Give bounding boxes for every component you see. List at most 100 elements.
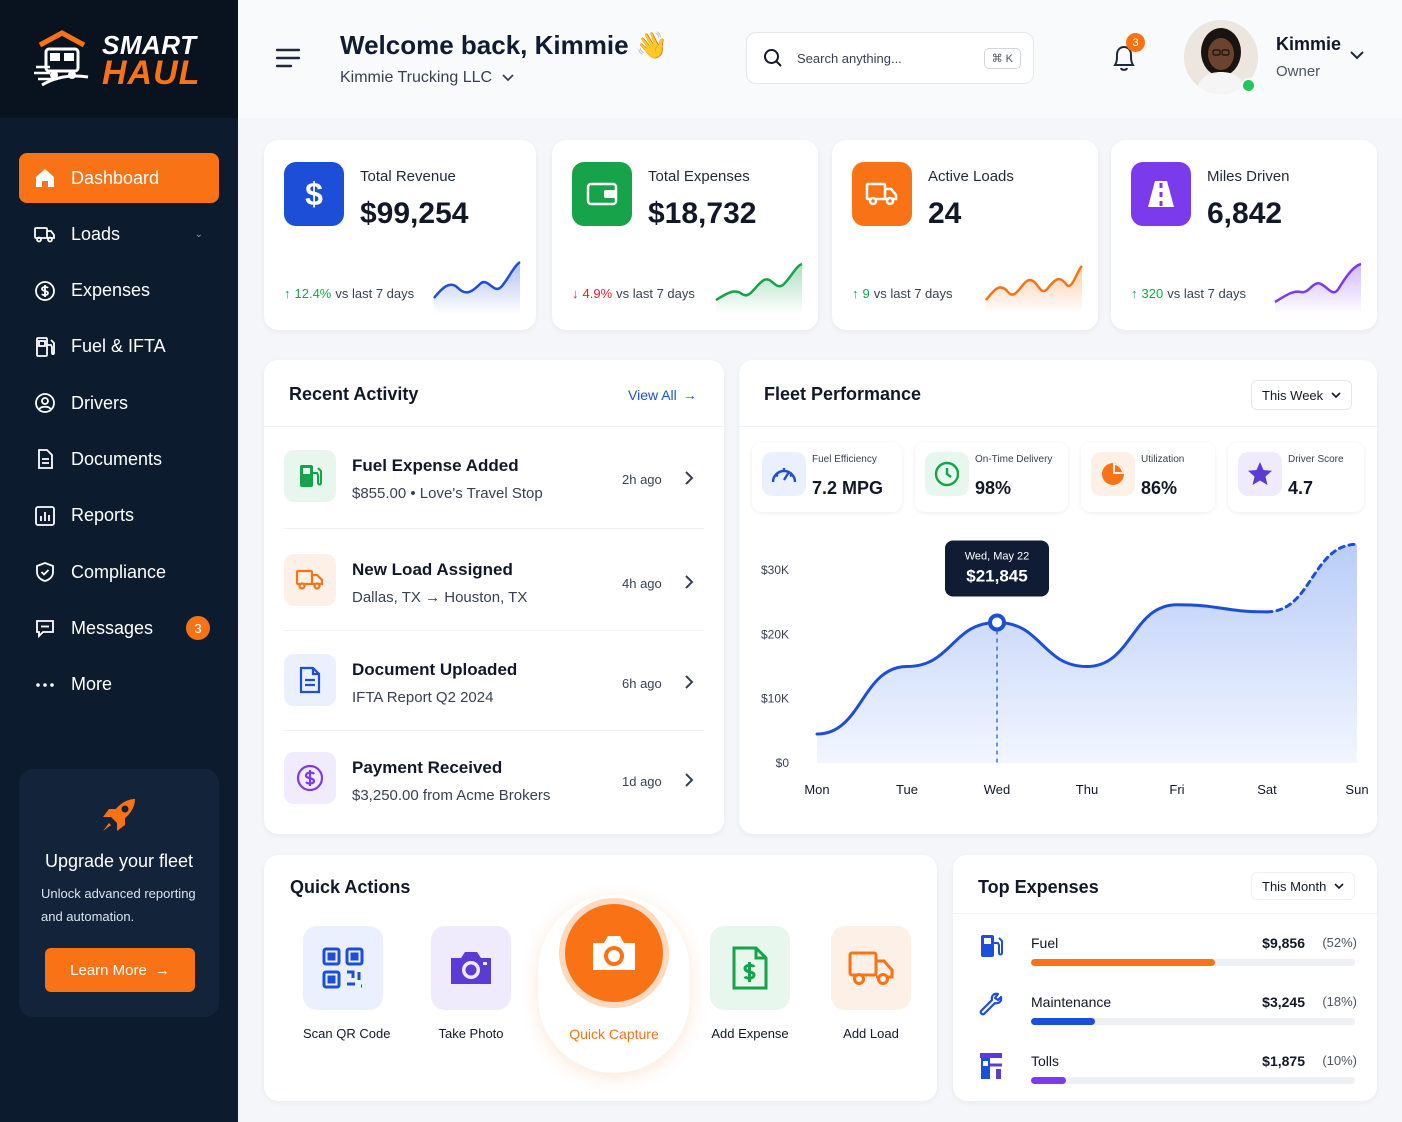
- stat-value: $18,732: [648, 197, 757, 230]
- dollar-icon: $: [284, 162, 344, 226]
- activity-time: 6h ago: [622, 676, 662, 691]
- y-tick-label: $30K: [761, 563, 789, 577]
- quick-action-label: Scan QR Code: [303, 1026, 391, 1041]
- add-expense-button[interactable]: Add Expense: [710, 926, 790, 1041]
- sidebar-item-label: Drivers: [71, 392, 128, 413]
- user-circle-icon: [35, 393, 55, 414]
- take-photo-button[interactable]: Take Photo: [431, 926, 511, 1041]
- brand-logo[interactable]: SMART HAUL: [0, 0, 238, 118]
- expense-name: Tolls: [1031, 1053, 1060, 1069]
- kpi-label: On-Time Delivery: [975, 454, 1053, 465]
- sidebar-item-compliance[interactable]: Compliance: [19, 547, 219, 597]
- section-title: Top Expenses: [978, 877, 1099, 897]
- sidebar-item-reports[interactable]: Reports: [19, 491, 219, 541]
- pie-icon: [1091, 452, 1135, 496]
- expense-row[interactable]: Tolls $1,875 (10%): [977, 1053, 1357, 1103]
- sidebar-item-expenses[interactable]: Expenses: [19, 266, 219, 316]
- sidebar-item-loads[interactable]: Loads ⌄: [19, 209, 219, 259]
- quick-capture-button[interactable]: Quick Capture: [554, 898, 674, 1042]
- stat-card-total-revenue[interactable]: $ Total Revenue $99,254 ↑ 12.4% vs last 7 …: [264, 140, 536, 330]
- x-tick-label: Sun: [1345, 782, 1368, 797]
- sidebar: SMART HAUL Dashboard Loads ⌄ Expenses Fu…: [0, 0, 238, 1122]
- sidebar-item-dashboard[interactable]: Dashboard: [19, 153, 219, 203]
- star-icon: [1238, 452, 1282, 496]
- kpi-value: 7.2 MPG: [812, 478, 884, 498]
- sparkline-expenses: [715, 262, 803, 314]
- sidebar-item-label: Reports: [71, 505, 135, 526]
- chart-highlight-point[interactable]: [988, 613, 1006, 632]
- arrow-up-icon: ↑: [284, 286, 291, 301]
- kpi-fuel-efficiency[interactable]: Fuel Efficiency 7.2 MPG: [752, 442, 902, 512]
- sidebar-item-label: Dashboard: [71, 167, 160, 188]
- activity-item[interactable]: New Load Assigned Dallas, TX → Houston, …: [284, 534, 704, 630]
- kpi-utilization[interactable]: Utilization 86%: [1081, 442, 1215, 512]
- welcome-block: Welcome back, Kimmie 👋 Kimmie Trucking L…: [340, 30, 668, 87]
- sidebar-item-label: Messages: [71, 617, 154, 638]
- recent-activity-card: Recent Activity View All → Fuel Expense A…: [264, 360, 724, 834]
- sidebar-item-drivers[interactable]: Drivers: [19, 378, 219, 428]
- x-tick-label: Fri: [1169, 782, 1184, 797]
- learn-more-button[interactable]: Learn More →: [45, 948, 195, 992]
- sidebar-item-more[interactable]: More: [19, 660, 219, 710]
- wallet-icon: [572, 162, 632, 226]
- search-shortcut: ⌘ K: [983, 47, 1021, 69]
- sidebar-item-fuel-ifta[interactable]: Fuel & IFTA: [19, 322, 219, 372]
- search-input[interactable]: Search anything... ⌘ K: [746, 32, 1034, 84]
- fleet-performance-chart: $0 $10K $20K $30K Mon Tue Wed Thu Fri Sat Sun Wed…: [761, 540, 1369, 797]
- expense-name: Fuel: [1031, 935, 1059, 951]
- stat-card-total-expenses[interactable]: Total Expenses $18,732 ↓ 4.9% vs last 7 da…: [552, 140, 818, 330]
- activity-title: Payment Received: [352, 758, 503, 777]
- stat-change-value: 12.4%: [294, 286, 332, 301]
- kpi-driver-score[interactable]: Driver Score 4.7: [1228, 442, 1364, 512]
- expense-row[interactable]: Fuel $9,856 (52%): [977, 935, 1357, 985]
- stat-card-active-loads[interactable]: Active Loads 24 ↑ 9 vs last 7 days: [832, 140, 1098, 330]
- stat-card-miles-driven[interactable]: Miles Driven 6,842 ↑ 320 vs last 7 days: [1111, 140, 1377, 330]
- expense-bar-track: [1031, 1018, 1355, 1025]
- chevron-down-icon: [1334, 882, 1344, 889]
- view-all-link[interactable]: View All →: [628, 387, 697, 403]
- kpi-on-time-delivery[interactable]: On-Time Delivery 98%: [915, 442, 1068, 512]
- stat-label: Miles Driven: [1207, 168, 1290, 185]
- company-selector[interactable]: Kimmie Trucking LLC: [340, 69, 668, 87]
- chevron-down-icon[interactable]: [1350, 50, 1364, 60]
- chevron-right-icon: [685, 575, 694, 589]
- quick-action-label: Add Load: [843, 1026, 899, 1041]
- activity-item[interactable]: Document Uploaded IFTA Report Q2 2024 6h…: [284, 634, 704, 730]
- stat-change: ↑ 320 vs last 7 days: [1131, 286, 1246, 301]
- add-load-button[interactable]: Add Load: [831, 926, 911, 1041]
- search-placeholder: Search anything...: [797, 50, 902, 66]
- document-icon: [38, 449, 53, 470]
- top-header: Welcome back, Kimmie 👋 Kimmie Trucking L…: [238, 0, 1402, 118]
- activity-item[interactable]: Fuel Expense Added $855.00 • Love's Trav…: [284, 430, 704, 526]
- top-expenses-card: Top Expenses This Month Fuel $9,856 (52%…: [953, 855, 1377, 1101]
- sidebar-item-documents[interactable]: Documents: [19, 434, 219, 484]
- stat-value: $99,254: [360, 197, 469, 230]
- menu-icon[interactable]: [276, 48, 300, 68]
- x-tick-label: Tue: [896, 782, 918, 797]
- expense-amount: $9,856: [1262, 935, 1305, 951]
- home-icon: [36, 169, 54, 187]
- activity-item[interactable]: Payment Received $3,250.00 from Acme Bro…: [284, 732, 704, 828]
- camera-icon: [431, 926, 511, 1010]
- receipt-dollar-icon: [710, 926, 790, 1010]
- stat-change-suffix: vs last 7 days: [616, 286, 695, 301]
- arrow-right-icon: →: [154, 961, 170, 979]
- stat-change: ↑ 12.4% vs last 7 days: [284, 286, 414, 301]
- sidebar-item-messages[interactable]: Messages 3: [19, 603, 219, 653]
- period-dropdown[interactable]: This Week: [1251, 380, 1353, 410]
- period-dropdown[interactable]: This Month: [1251, 872, 1356, 900]
- activity-time: 4h ago: [622, 576, 662, 591]
- expense-row[interactable]: Maintenance $3,245 (18%): [977, 992, 1357, 1044]
- scan-qr-button[interactable]: Scan QR Code: [303, 926, 391, 1041]
- activity-subtitle: $3,250.00 from Acme Brokers: [352, 787, 551, 804]
- brand-line2: HAUL: [102, 54, 201, 92]
- wrench-icon: [979, 992, 1003, 1016]
- tooltip-date: Wed, May 22: [965, 550, 1030, 562]
- search-icon: [764, 49, 782, 67]
- user-name[interactable]: Kimmie: [1276, 34, 1341, 55]
- divider: [739, 426, 1377, 427]
- period-label: This Month: [1262, 878, 1327, 894]
- expense-percent: (10%): [1322, 1053, 1357, 1068]
- rocket-icon: [41, 793, 197, 837]
- clock-icon: [925, 452, 969, 496]
